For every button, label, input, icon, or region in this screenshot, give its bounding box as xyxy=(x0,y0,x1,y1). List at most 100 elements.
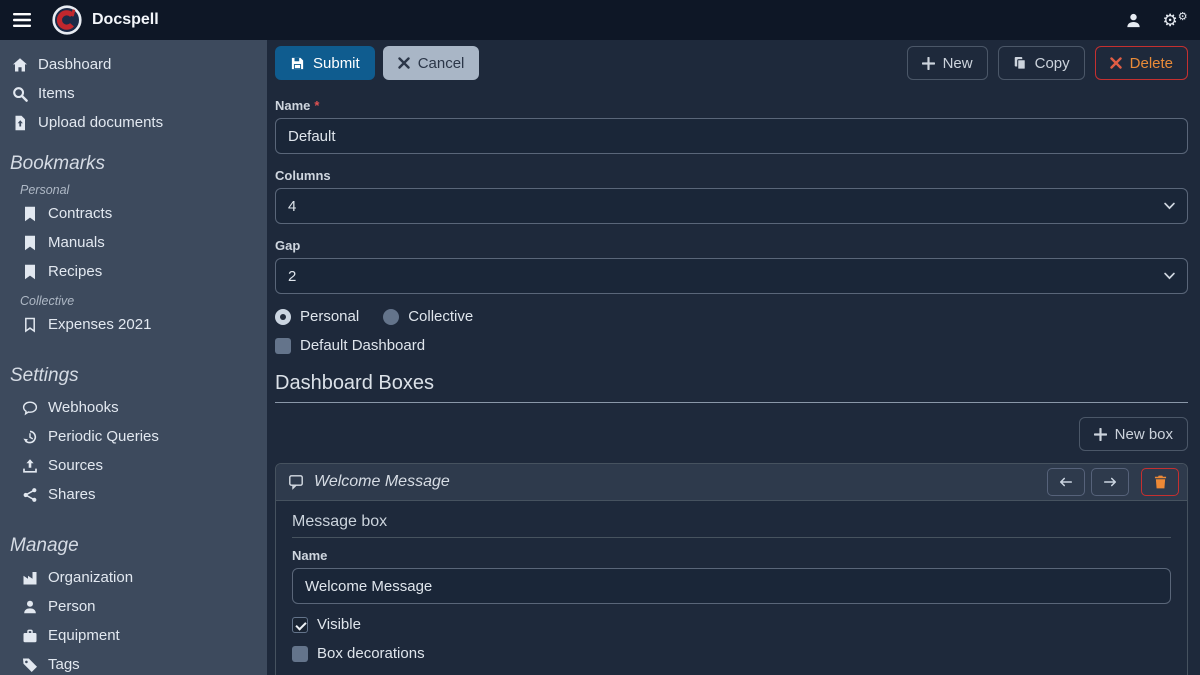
new-button[interactable]: New xyxy=(907,46,988,80)
home-icon xyxy=(12,57,28,73)
sidebar-item-label: Dasbhoard xyxy=(38,56,111,73)
bookmark-icon xyxy=(22,235,38,251)
menu-toggle-button[interactable] xyxy=(0,13,44,27)
arrow-right-icon xyxy=(1103,476,1117,488)
sidebar-item-label: Person xyxy=(48,598,96,615)
sidebar-item-organization[interactable]: Organization xyxy=(18,563,259,592)
box-decorations-checkbox[interactable]: Box decorations xyxy=(292,645,1171,662)
main-content: Submit Cancel New xyxy=(267,40,1200,675)
sidebar-item-label: Tags xyxy=(48,656,80,673)
chevron-down-icon xyxy=(1164,273,1175,280)
sidebar-item-label: Upload documents xyxy=(38,114,163,131)
bookmark-outline-icon xyxy=(22,317,38,333)
bookmarks-personal-label: Personal xyxy=(20,183,259,197)
x-icon xyxy=(398,57,410,69)
share-icon xyxy=(22,487,38,503)
sidebar-item-bookmark-contracts[interactable]: Contracts xyxy=(18,199,259,228)
sidebar-item-upload-documents[interactable]: Upload documents xyxy=(8,108,259,137)
box-decorations-checkbox-control[interactable] xyxy=(292,646,308,662)
sidebar-section-settings: Settings xyxy=(10,365,259,387)
sidebar-item-sources[interactable]: Sources xyxy=(18,451,259,480)
tag-icon xyxy=(22,657,38,673)
sidebar-item-bookmark-expenses-2021[interactable]: Expenses 2021 xyxy=(18,310,259,339)
gap-label: Gap xyxy=(275,238,1188,253)
default-dashboard-checkbox[interactable]: Default Dashboard xyxy=(275,337,1188,354)
sidebar-item-items[interactable]: Items xyxy=(8,79,259,108)
hamburger-icon xyxy=(13,13,31,27)
sidebar-item-shares[interactable]: Shares xyxy=(18,480,259,509)
sidebar-item-label: Sources xyxy=(48,457,103,474)
sidebar-item-periodic-queries[interactable]: Periodic Queries xyxy=(18,422,259,451)
scope-radio-group: Personal Collective xyxy=(275,308,1188,325)
sidebar-item-label: Recipes xyxy=(48,263,102,280)
search-icon xyxy=(12,86,28,102)
sidebar-item-bookmark-manuals[interactable]: Manuals xyxy=(18,228,259,257)
account-menu-button[interactable] xyxy=(1112,12,1154,29)
x-icon xyxy=(1110,57,1122,69)
submit-button[interactable]: Submit xyxy=(275,46,375,80)
arrow-left-icon xyxy=(1059,476,1073,488)
box-name-label: Name xyxy=(292,548,1171,563)
sidebar-item-equipment[interactable]: Equipment xyxy=(18,621,259,650)
visible-checkbox[interactable]: Visible xyxy=(292,616,1171,633)
chevron-down-icon xyxy=(1164,203,1175,210)
bookmark-icon xyxy=(22,264,38,280)
required-asterisk: * xyxy=(314,98,319,113)
docspell-app: Docspell ⚙⚙ Dasbhoard Items xyxy=(0,0,1200,675)
new-box-button[interactable]: New box xyxy=(1079,417,1188,451)
box-title: Welcome Message xyxy=(288,473,450,491)
default-dashboard-checkbox-control[interactable] xyxy=(275,338,291,354)
radio-collective-control[interactable] xyxy=(383,309,399,325)
box-body: Message box Name Visible Box decorations… xyxy=(276,501,1187,675)
form-toolbar: Submit Cancel New xyxy=(275,46,1188,80)
plus-icon xyxy=(1094,428,1107,441)
sidebar-item-label: Periodic Queries xyxy=(48,428,159,445)
copy-icon xyxy=(1013,56,1027,70)
comment-icon xyxy=(22,400,38,416)
visible-checkbox-control[interactable] xyxy=(292,617,308,633)
file-upload-icon xyxy=(12,115,28,131)
gap-select[interactable]: 2 xyxy=(275,258,1188,294)
plus-icon xyxy=(922,57,935,70)
copy-button[interactable]: Copy xyxy=(998,46,1085,80)
sidebar-item-dashboard[interactable]: Dasbhoard xyxy=(8,50,259,79)
history-icon xyxy=(22,429,38,445)
delete-box-button[interactable] xyxy=(1141,468,1179,496)
app-brand[interactable]: Docspell xyxy=(52,5,159,35)
cancel-button[interactable]: Cancel xyxy=(383,46,480,80)
sidebar-item-label: Organization xyxy=(48,569,133,586)
radio-personal[interactable]: Personal xyxy=(275,308,359,325)
sidebar-item-label: Manuals xyxy=(48,234,105,251)
columns-select[interactable]: 4 xyxy=(275,188,1188,224)
sidebar-item-label: Equipment xyxy=(48,627,120,644)
bookmark-icon xyxy=(22,206,38,222)
equipment-icon xyxy=(22,628,38,644)
message-icon xyxy=(288,474,304,490)
dashboard-boxes-heading: Dashboard Boxes xyxy=(275,372,1188,403)
save-icon xyxy=(290,56,305,71)
sidebar-section-bookmarks: Bookmarks xyxy=(10,153,259,175)
columns-label: Columns xyxy=(275,168,1188,183)
person-icon xyxy=(22,599,38,615)
sidebar-item-label: Items xyxy=(38,85,75,102)
dashboard-box-welcome-message: Welcome Message xyxy=(275,463,1188,675)
docspell-logo xyxy=(52,5,82,35)
top-bar: Docspell ⚙⚙ xyxy=(0,0,1200,40)
industry-icon xyxy=(22,570,38,586)
radio-personal-control[interactable] xyxy=(275,309,291,325)
user-icon xyxy=(1125,12,1142,29)
app-title: Docspell xyxy=(92,11,159,29)
move-box-right-button[interactable] xyxy=(1091,468,1129,496)
sidebar-item-label: Shares xyxy=(48,486,96,503)
box-name-input[interactable] xyxy=(292,568,1171,604)
name-input[interactable] xyxy=(275,118,1188,154)
sidebar-item-tags[interactable]: Tags xyxy=(18,650,259,675)
move-box-left-button[interactable] xyxy=(1047,468,1085,496)
sidebar-item-label: Webhooks xyxy=(48,399,119,416)
sidebar-item-webhooks[interactable]: Webhooks xyxy=(18,393,259,422)
sidebar-item-person[interactable]: Person xyxy=(18,592,259,621)
delete-button[interactable]: Delete xyxy=(1095,46,1188,80)
sidebar-item-bookmark-recipes[interactable]: Recipes xyxy=(18,257,259,286)
radio-collective[interactable]: Collective xyxy=(383,308,473,325)
settings-menu-button[interactable]: ⚙⚙ xyxy=(1154,12,1196,29)
